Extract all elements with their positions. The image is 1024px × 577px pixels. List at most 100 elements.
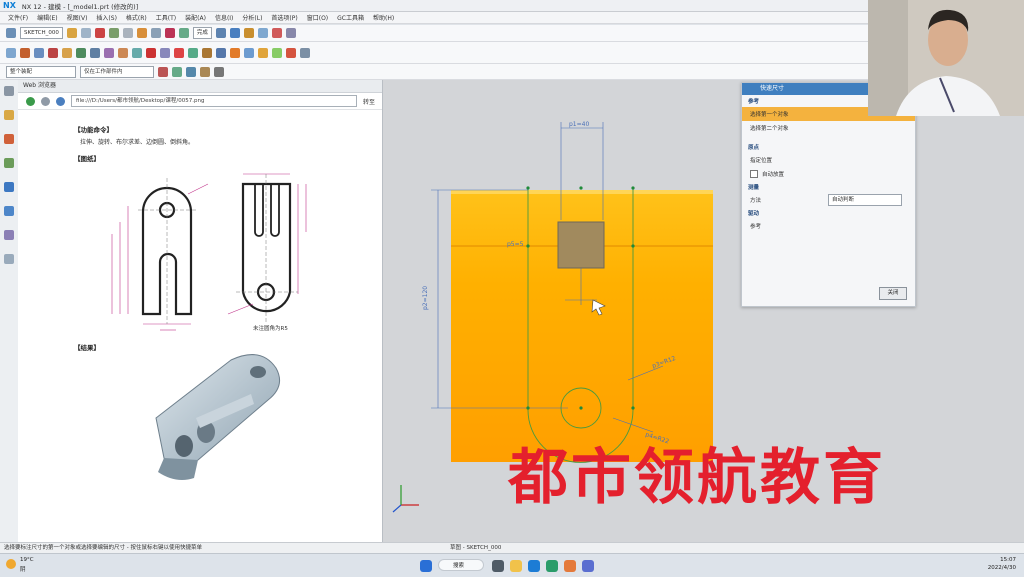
view-icon[interactable] [80,28,91,38]
line-icon[interactable] [20,47,30,58]
snap-quadrant-icon[interactable] [200,66,210,77]
menu-tools[interactable]: 工具(T) [156,13,176,22]
url-input[interactable]: file:///D:/Users/都市领航/Desktop/课程/0057.pn… [71,95,357,107]
menu-edit[interactable]: 编辑(E) [37,13,57,22]
copy-icon[interactable] [178,28,189,38]
shaded-icon[interactable] [229,28,240,38]
chamfer-icon[interactable] [104,47,114,58]
hole-icon[interactable] [286,47,296,58]
select-second-object[interactable]: 选择第二个对象 [742,121,915,135]
title-bar: NX NX 12 - 建模 - [_model1.prt (修改的)] [0,0,868,12]
assembly-navigator-icon[interactable] [4,134,14,144]
wireframe-icon[interactable] [257,28,268,38]
save-icon[interactable] [122,28,133,38]
reuse-library-icon[interactable] [4,182,14,192]
type-filter-select[interactable]: 整个装配 [6,65,76,78]
layer-select[interactable]: 完成 [192,27,212,39]
point-icon[interactable] [243,28,254,38]
web-browser-icon[interactable] [4,206,14,216]
origin-location[interactable]: 指定位置 [742,153,915,167]
menu-analysis[interactable]: 分析(L) [242,13,262,22]
method-select[interactable]: 自动判断 [828,194,902,206]
snap-end-icon[interactable] [158,66,168,77]
undo-icon[interactable] [136,28,147,38]
back-icon[interactable] [26,96,35,106]
app-icon-2[interactable] [582,560,594,572]
sketch-icon[interactable] [6,28,16,38]
menu-icon[interactable] [4,86,14,96]
forward-icon[interactable] [41,96,50,106]
constraint-navigator-icon[interactable] [4,158,14,168]
roles-icon[interactable] [4,254,14,264]
nx-taskbar-icon[interactable] [546,560,558,572]
webcam-overlay [868,0,1024,116]
polygon-icon[interactable] [76,47,86,58]
driving-row[interactable]: 参考 [742,219,915,233]
explorer-icon[interactable] [510,560,522,572]
part-navigator-icon[interactable] [4,110,14,120]
fillet-icon[interactable] [90,47,100,58]
reorient-icon[interactable] [94,28,105,38]
snap-point-icon[interactable] [214,66,224,77]
pattern-icon[interactable] [202,47,212,58]
task-text: 拉伸、旋转、布尔求差、边倒圆、倒斜角。 [80,139,195,146]
sketch-select[interactable]: SKETCH_000 [20,27,63,39]
project-icon[interactable] [216,47,226,58]
edge-icon[interactable] [528,560,540,572]
start-icon[interactable] [420,560,432,572]
fit-icon[interactable] [215,28,226,38]
scope-filter-select[interactable]: 仅在工作部件内 [80,65,154,78]
layer-icon[interactable] [285,28,296,38]
menu-assembly[interactable]: 装配(A) [185,13,206,22]
menu-help[interactable]: 帮助(H) [373,13,394,22]
close-button[interactable]: 关闭 [879,287,907,300]
menu-gc-toolbox[interactable]: GC工具箱 [337,13,364,22]
weather-temp: 19°C [20,557,34,563]
go-button[interactable]: 转至 [363,97,375,106]
edge-blend-icon[interactable] [300,47,310,58]
auto-place-checkbox[interactable]: 自动放置 [742,167,915,181]
cube-icon[interactable] [230,47,240,58]
menu-info[interactable]: 信息(I) [215,13,233,22]
cut-icon[interactable] [164,28,175,38]
dimension-icon[interactable] [188,47,198,58]
taskbar: 19°C 阴 搜索 15:07 2022/4/30 [0,553,1024,577]
section-icon[interactable] [271,28,282,38]
extrude-icon[interactable] [244,47,254,58]
app-icon-1[interactable] [564,560,576,572]
circle-icon[interactable] [48,47,58,58]
weather-icon[interactable] [6,559,16,569]
refresh-icon[interactable] [56,96,65,106]
menu-file[interactable]: 文件(F) [8,13,28,22]
redo-icon[interactable] [150,28,161,38]
search-box[interactable]: 搜索 [438,559,484,571]
menu-insert[interactable]: 插入(S) [96,13,117,22]
select-first-label: 选择第一个对象 [750,112,789,118]
profile-icon[interactable] [6,47,16,58]
boolean-icon[interactable] [272,47,282,58]
task-view-icon[interactable] [492,560,504,572]
snap-center-icon[interactable] [186,66,196,77]
menu-format[interactable]: 格式(R) [126,13,147,22]
part-drawing [111,173,307,331]
extend-icon[interactable] [132,47,142,58]
trim-icon[interactable] [118,47,128,58]
checkbox-icon[interactable] [750,170,758,178]
method-row: 方法 自动判断 [742,193,915,207]
origin-section[interactable]: 原点 [742,141,915,153]
update-icon[interactable] [108,28,119,38]
arc-icon[interactable] [34,47,44,58]
mirror-icon[interactable] [160,47,170,58]
offset-icon[interactable] [146,47,156,58]
driving-section[interactable]: 驱动 [742,207,915,219]
revolve-icon[interactable] [258,47,268,58]
rectangle-icon[interactable] [62,47,72,58]
finish-icon[interactable] [66,28,77,38]
menu-preferences[interactable]: 首选项(P) [271,13,297,22]
history-icon[interactable] [4,230,14,240]
measure-section[interactable]: 测量 [742,181,915,193]
constraint-icon[interactable] [174,47,184,58]
menu-view[interactable]: 视图(V) [67,13,88,22]
menu-window[interactable]: 窗口(O) [307,13,328,22]
snap-mid-icon[interactable] [172,66,182,77]
